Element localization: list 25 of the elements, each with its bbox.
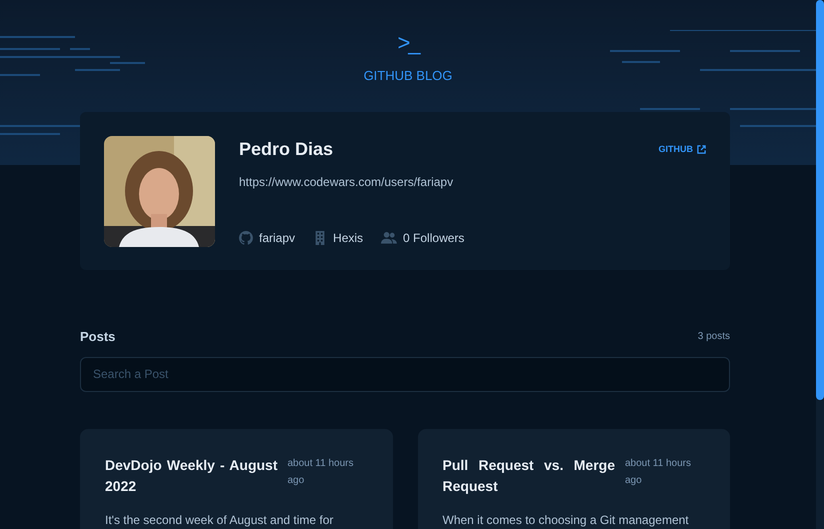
search-field[interactable]: Search a Post [80, 356, 730, 392]
post-excerpt: It's the second week of August and time for [105, 512, 334, 528]
post-card[interactable]: Pull Request vs. Merge Request about 11 hours ago When it comes to choosing a Git management [418, 428, 730, 529]
scrollbar-thumb[interactable] [816, 0, 824, 400]
profile-url: https://www.codewars.com/users/fariapv [239, 174, 454, 191]
github-icon [239, 231, 253, 245]
profile-stat: fariapv [259, 230, 296, 247]
profile-name: Pedro Dias [239, 138, 334, 161]
posts-heading: Posts [80, 328, 116, 346]
people-icon [381, 231, 398, 245]
post-time: about 11 hours ago [625, 456, 692, 488]
building-icon [313, 231, 328, 245]
blog-title: GITHUB BLOG [364, 67, 452, 85]
posts-count: 3 posts [698, 330, 730, 344]
post-title: Pull Request vs. Merge Request [442, 456, 615, 496]
github-link[interactable]: GITHUB [658, 142, 706, 156]
post-title: DevDojo Weekly - August 2022 [105, 456, 278, 496]
post-card[interactable]: DevDojo Weekly - August 2022 about 11 hours ago It's the second week of August and time for [80, 428, 392, 529]
profile-stat: Hexis [333, 230, 364, 247]
profile-stat: 0 Followers [403, 230, 464, 247]
post-excerpt: When it comes to choosing a Git management [442, 512, 690, 528]
logo-symbol: >_ [397, 32, 419, 54]
scrollbar[interactable] [816, 0, 824, 529]
post-time: about 11 hours ago [288, 456, 354, 488]
external-link-icon [697, 145, 706, 154]
